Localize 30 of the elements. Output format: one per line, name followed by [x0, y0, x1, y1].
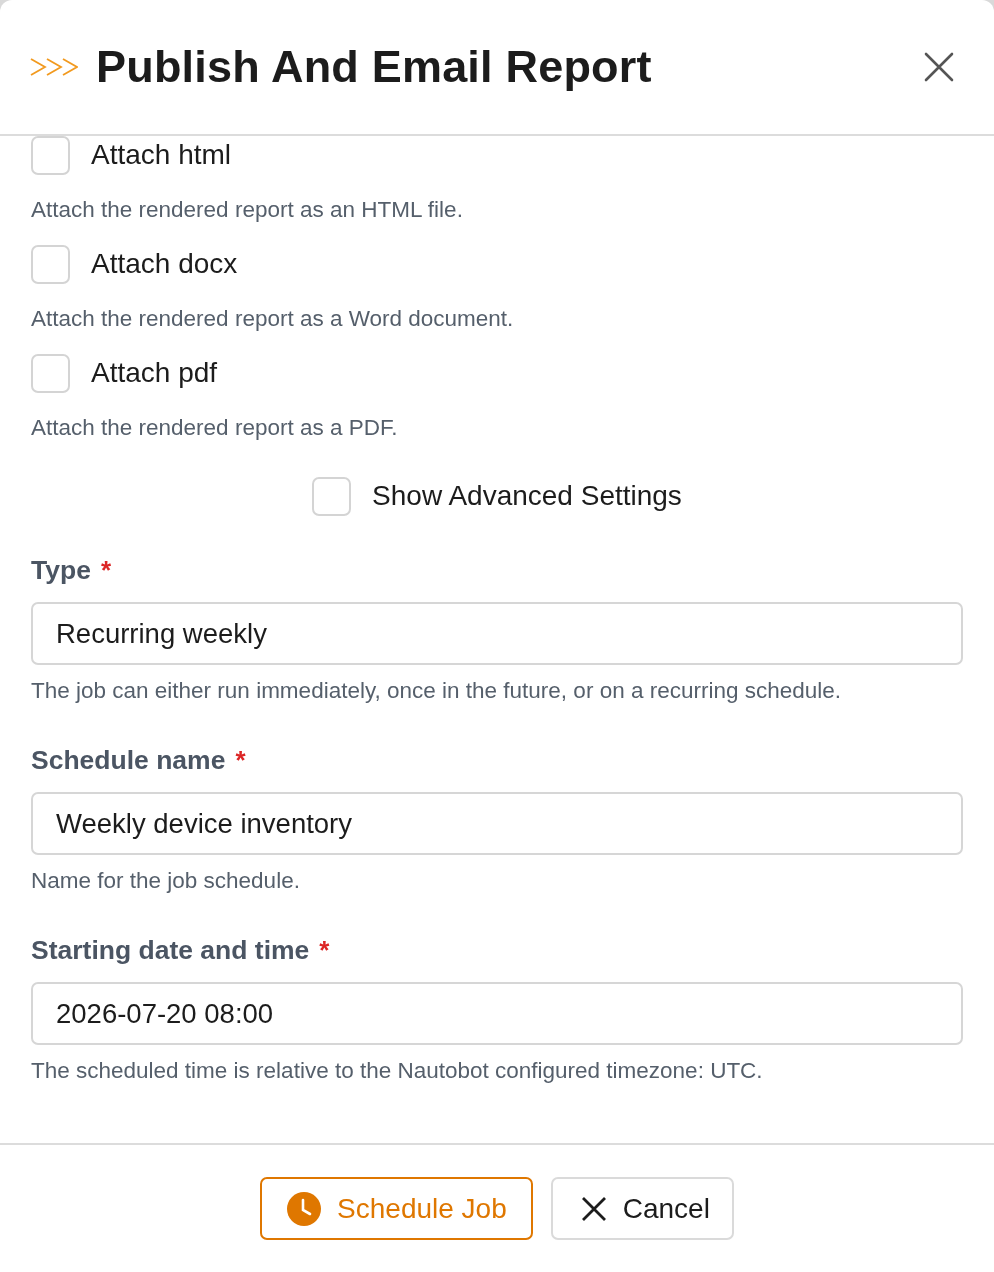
triple-chevron-icon — [30, 57, 78, 77]
cancel-button[interactable]: Cancel — [550, 1177, 734, 1240]
required-mark: * — [235, 744, 246, 776]
checkbox[interactable] — [31, 136, 70, 175]
clock-icon — [287, 1191, 322, 1226]
close-icon — [924, 52, 954, 82]
checkbox-label: Attach pdf — [91, 357, 218, 389]
input-field[interactable]: 2026-07-20 08:00 — [31, 982, 963, 1045]
field-label: Type — [31, 554, 91, 586]
checkbox[interactable] — [312, 476, 352, 516]
required-mark: * — [100, 554, 111, 586]
field-label: Starting date and time — [31, 934, 310, 966]
checkbox[interactable] — [31, 353, 70, 393]
help-text: The job can either run immediately, once in the future, or on a recurring schedule. — [31, 677, 843, 705]
input-field[interactable]: Weekly device inventory — [31, 792, 963, 855]
input-field[interactable]: Recurring weekly — [31, 602, 963, 665]
close-button[interactable] — [924, 52, 954, 82]
checkbox-label: Show Advanced Settings — [372, 480, 682, 512]
required-mark: * — [319, 934, 330, 966]
help-text: Name for the job schedule. — [31, 867, 301, 895]
checkbox[interactable] — [31, 244, 70, 284]
field-label: Schedule name — [31, 744, 226, 776]
x-icon — [580, 1195, 607, 1222]
checkbox-label: Attach html — [91, 139, 232, 171]
help-text: Attach the rendered report as a Word document. — [31, 305, 515, 333]
dialog-title: Publish And Email Report — [96, 41, 653, 93]
help-text: The scheduled time is relative to the Nautobot configured timezone: UTC. — [31, 1057, 764, 1085]
checkbox-label: Attach docx — [91, 248, 238, 280]
help-text: Attach the rendered report as an HTML file. — [31, 196, 464, 224]
help-text: Attach the rendered report as a PDF. — [31, 414, 399, 442]
